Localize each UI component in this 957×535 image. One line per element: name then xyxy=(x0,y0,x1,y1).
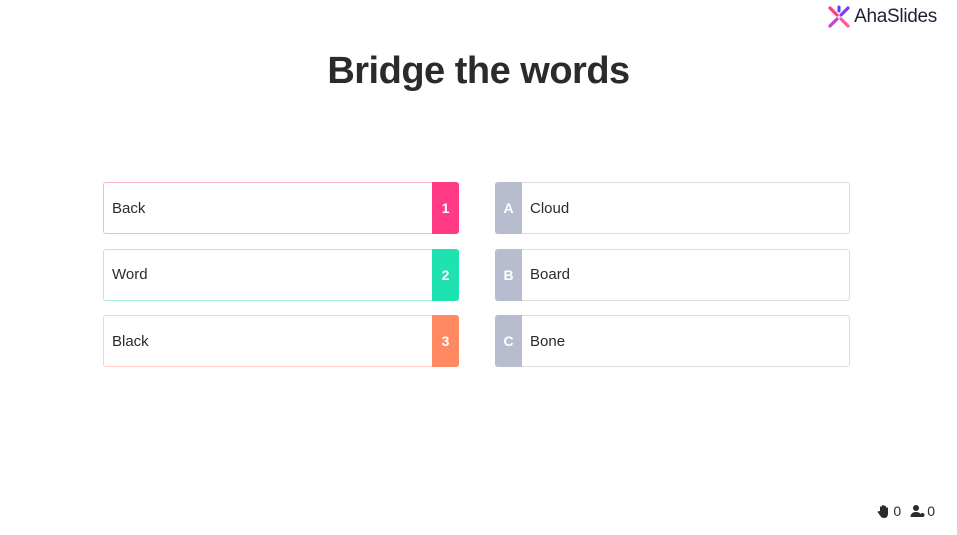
hands-count: 0 xyxy=(893,503,902,519)
hands-stat[interactable]: 0 xyxy=(877,503,901,519)
slide-stage: AhaSlides Bridge the words Back 1 Word 2… xyxy=(0,0,957,535)
left-item-1[interactable]: Back 1 xyxy=(103,182,459,234)
right-item-b[interactable]: B Board xyxy=(495,248,850,301)
brand-name: AhaSlides xyxy=(854,6,937,27)
right-column: A Cloud B Board C Bone xyxy=(495,182,850,382)
left-item-label: Back xyxy=(112,199,146,217)
left-item-badge: 1 xyxy=(432,182,459,234)
right-item-label: Board xyxy=(530,266,571,283)
audience-icon xyxy=(910,504,925,518)
ahaslides-logo-icon xyxy=(827,5,851,29)
left-item-badge: 3 xyxy=(432,315,459,367)
right-item-badge: C xyxy=(495,315,522,367)
right-item-c[interactable]: C Bone xyxy=(495,315,850,367)
right-item-badge: A xyxy=(495,182,522,234)
left-item-label: Black xyxy=(112,332,149,350)
audience-stats: 0 0 xyxy=(877,503,935,519)
left-item-3[interactable]: Black 3 xyxy=(103,315,459,367)
slide-title: Bridge the words xyxy=(327,50,630,92)
right-item-a[interactable]: A Cloud xyxy=(495,182,850,234)
left-item-label: Word xyxy=(112,266,148,283)
audience-stat[interactable]: 0 xyxy=(910,503,935,519)
right-item-label: Cloud xyxy=(530,199,570,217)
left-item-2[interactable]: Word 2 xyxy=(103,248,459,301)
left-item-badge: 2 xyxy=(432,248,459,301)
right-item-label: Bone xyxy=(530,332,566,350)
left-column: Back 1 Word 2 Black 3 xyxy=(103,182,459,382)
right-item-badge: B xyxy=(495,248,522,301)
audience-count: 0 xyxy=(927,503,935,519)
brand-logo[interactable]: AhaSlides xyxy=(827,5,937,29)
raised-hand-icon xyxy=(877,504,891,519)
